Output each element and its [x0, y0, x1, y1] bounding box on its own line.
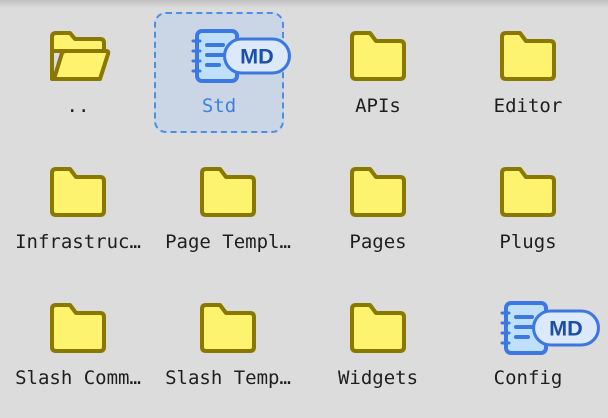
file-item-label: Page Templ…	[165, 231, 291, 253]
open-folder-icon	[44, 21, 112, 89]
folder-icon	[44, 293, 112, 361]
md-badge: MD	[532, 294, 600, 347]
file-item-label: Config	[493, 367, 563, 389]
folder-icon	[494, 157, 562, 225]
folder-icon	[344, 157, 412, 225]
file-item-label: Pages	[349, 231, 407, 253]
file-item-widgets[interactable]: Widgets	[303, 282, 453, 418]
file-item-label: Infrastruc…	[15, 231, 141, 253]
md-badge-text: MD	[240, 44, 274, 69]
file-item-label: Editor	[493, 95, 563, 117]
file-item-parent[interactable]: ..	[3, 10, 153, 146]
file-item-config[interactable]: MD Config	[453, 282, 603, 418]
md-badge: MD	[223, 22, 291, 75]
folder-icon	[194, 293, 262, 361]
markdown-doc-icon: MD	[185, 21, 291, 89]
folder-icon	[194, 157, 262, 225]
md-badge-text: MD	[549, 316, 583, 341]
folder-icon	[344, 293, 412, 361]
file-item-label: Std	[201, 95, 237, 117]
file-item-label: Slash Comm…	[15, 367, 141, 389]
file-item-std[interactable]: MD Std	[153, 10, 303, 146]
file-item-label: ..	[66, 95, 90, 117]
folder-icon	[44, 157, 112, 225]
file-item-label: Widgets	[337, 367, 419, 389]
folder-icon	[494, 21, 562, 89]
folder-icon	[344, 21, 412, 89]
top-shadow	[0, 0, 608, 8]
file-item-apis[interactable]: APIs	[303, 10, 453, 146]
file-item-slash-templates[interactable]: Slash Temp…	[153, 282, 303, 418]
file-item-infrastructure[interactable]: Infrastruc…	[3, 146, 153, 282]
file-item-label: Plugs	[499, 231, 557, 253]
markdown-doc-icon: MD	[494, 293, 600, 361]
file-item-pages[interactable]: Pages	[303, 146, 453, 282]
file-grid: .. MD Std APIs Editor Infrastruc… Page T…	[3, 10, 603, 418]
file-item-label: APIs	[355, 95, 401, 117]
file-item-page-templates[interactable]: Page Templ…	[153, 146, 303, 282]
file-item-plugs[interactable]: Plugs	[453, 146, 603, 282]
file-item-editor[interactable]: Editor	[453, 10, 603, 146]
file-item-label: Slash Temp…	[165, 367, 291, 389]
file-item-slash-commands[interactable]: Slash Comm…	[3, 282, 153, 418]
